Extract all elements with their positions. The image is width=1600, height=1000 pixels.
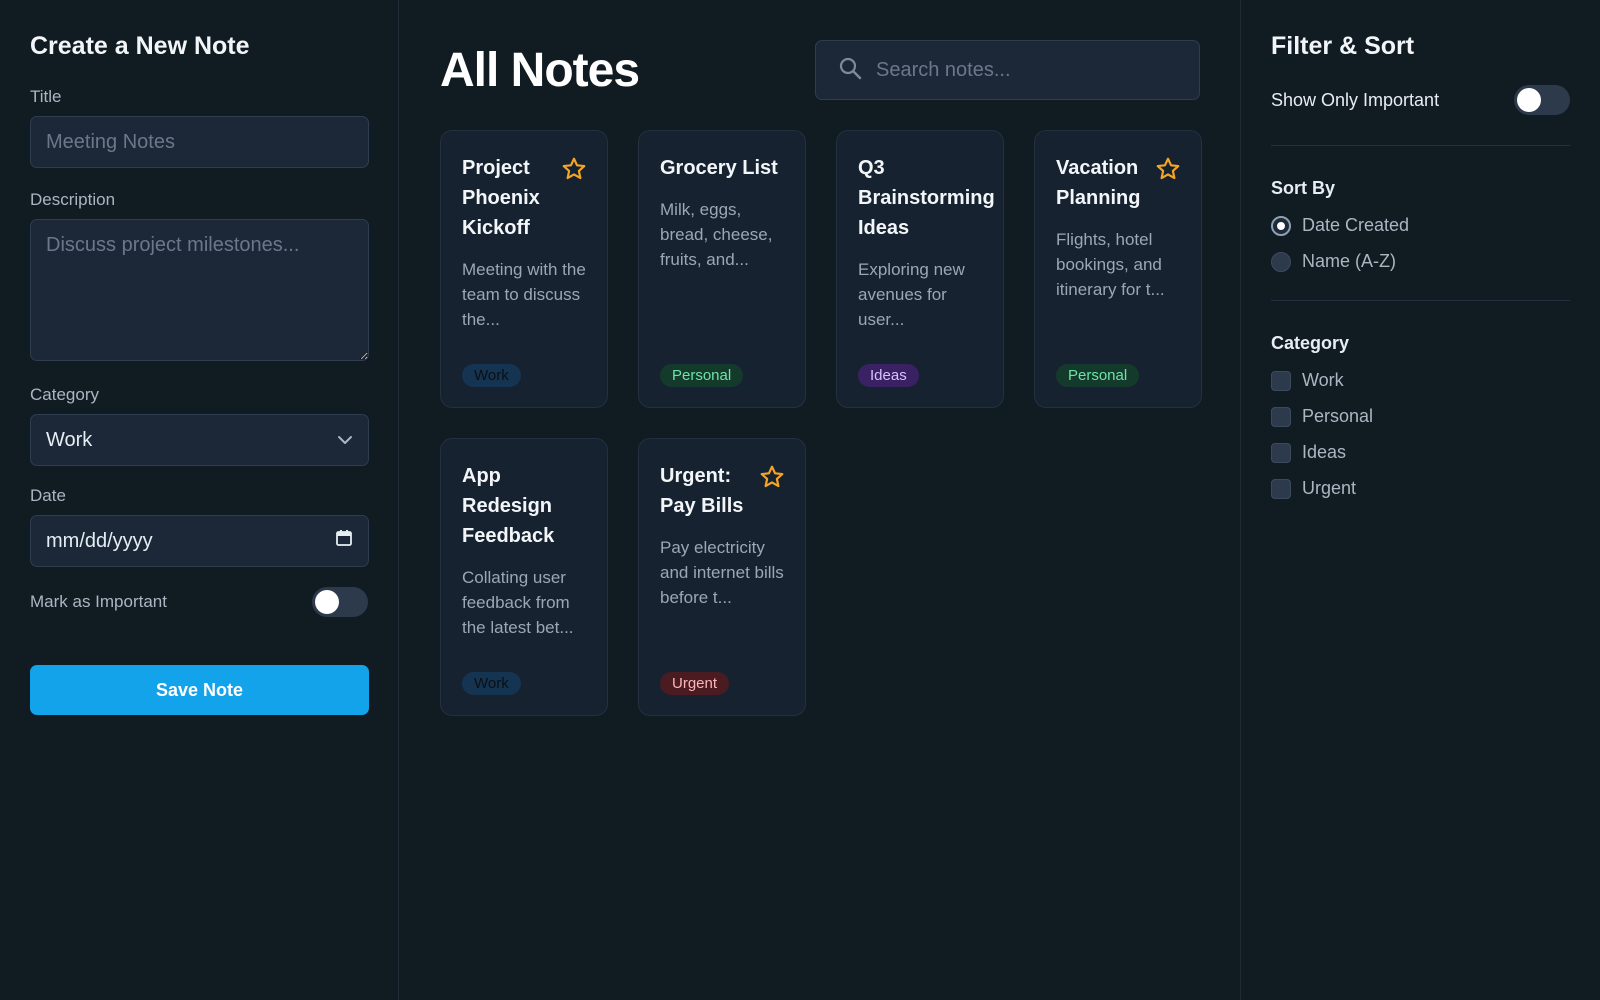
sort-options: Date Created Name (A-Z) — [1271, 215, 1570, 272]
notes-grid: Project Phoenix Kickoff Meeting with the … — [440, 130, 1202, 716]
note-card-header: Urgent: Pay Bills — [660, 461, 785, 521]
sort-option-label: Date Created — [1302, 215, 1410, 235]
chevron-down-icon — [337, 435, 353, 445]
search-box[interactable] — [815, 40, 1200, 100]
only-important-toggle[interactable] — [1514, 85, 1570, 115]
category-filter-label: Ideas — [1302, 442, 1347, 462]
category-filter-label: Work — [1302, 370, 1344, 390]
divider — [1271, 145, 1570, 146]
category-select-value: Work — [46, 428, 93, 451]
notes-app: Create a New Note Title Description Cate… — [0, 0, 1600, 1000]
category-tag: Personal — [660, 364, 744, 387]
category-tag: Work — [462, 364, 521, 387]
toggle-knob — [1517, 88, 1541, 112]
category-select[interactable]: Work — [30, 414, 369, 466]
note-card[interactable]: App Redesign Feedback Collating user feed… — [440, 438, 608, 716]
mark-important-row: Mark as Important — [30, 587, 368, 617]
note-card-header: Grocery List — [660, 153, 785, 183]
notes-main: All Notes Project Phoenix Kickoff Meeting… — [399, 0, 1241, 1000]
star-icon[interactable] — [561, 156, 587, 187]
note-title: Grocery List — [660, 157, 778, 179]
notes-header: All Notes — [440, 40, 1200, 100]
toggle-knob — [315, 590, 339, 614]
note-card[interactable]: Q3 Brainstorming Ideas Exploring new aven… — [836, 130, 1004, 408]
description-label: Description — [30, 190, 116, 209]
category-label: Category — [30, 385, 99, 404]
category-filter-option[interactable]: Personal — [1271, 406, 1570, 427]
create-note-panel: Create a New Note Title Description Cate… — [0, 0, 399, 1000]
date-label: Date — [30, 486, 66, 505]
note-description: Flights, hotel bookings, and itinerary f… — [1056, 230, 1165, 299]
date-input-value: mm/dd/yyyy — [46, 529, 153, 552]
save-note-button[interactable]: Save Note — [30, 665, 369, 715]
note-title: Vacation Planning — [1056, 157, 1141, 209]
only-important-label: Show Only Important — [1271, 89, 1440, 110]
sort-option[interactable]: Name (A-Z) — [1271, 251, 1570, 272]
title-input[interactable] — [30, 116, 369, 168]
checkbox[interactable] — [1271, 370, 1291, 391]
divider — [1271, 300, 1570, 301]
category-tag: Work — [462, 672, 521, 695]
note-title: Urgent: Pay Bills — [660, 465, 744, 517]
star-icon[interactable] — [759, 464, 785, 495]
note-description: Collating user feedback from the latest … — [462, 568, 574, 637]
calendar-icon[interactable] — [335, 529, 353, 553]
note-card[interactable]: Urgent: Pay Bills Pay electricity and int… — [638, 438, 806, 716]
sort-option-label: Name (A-Z) — [1302, 251, 1396, 271]
category-filter-label: Urgent — [1302, 478, 1357, 498]
category-options: Work Personal Ideas Urgent — [1271, 370, 1570, 499]
search-icon — [838, 56, 862, 85]
note-card-header: Vacation Planning — [1056, 153, 1181, 213]
radio-button[interactable] — [1271, 251, 1291, 272]
category-tag: Urgent — [660, 672, 730, 695]
sort-option[interactable]: Date Created — [1271, 215, 1570, 236]
search-input[interactable] — [876, 58, 1176, 82]
note-description: Milk, eggs, bread, cheese, fruits, and..… — [660, 200, 773, 269]
filter-sort-panel: Filter & Sort Show Only Important Sort B… — [1241, 0, 1600, 1000]
note-title: Project Phoenix Kickoff — [462, 157, 540, 239]
checkbox[interactable] — [1271, 478, 1291, 499]
radio-button[interactable] — [1271, 215, 1291, 236]
sort-by-label: Sort By — [1271, 178, 1336, 198]
date-input[interactable]: mm/dd/yyyy — [30, 515, 369, 567]
category-tag: Ideas — [858, 364, 919, 387]
page-title: All Notes — [440, 43, 640, 97]
category-filter-option[interactable]: Urgent — [1271, 478, 1570, 499]
note-card[interactable]: Grocery List Milk, eggs, bread, cheese, f… — [638, 130, 806, 408]
category-filter-option[interactable]: Work — [1271, 370, 1570, 391]
note-card-header: Project Phoenix Kickoff — [462, 153, 587, 243]
note-card[interactable]: Vacation Planning Flights, hotel bookings… — [1034, 130, 1202, 408]
note-card-header: Q3 Brainstorming Ideas — [858, 153, 995, 243]
create-note-heading: Create a New Note — [30, 32, 250, 60]
category-tag: Personal — [1056, 364, 1140, 387]
checkbox[interactable] — [1271, 406, 1291, 427]
checkbox[interactable] — [1271, 442, 1291, 463]
mark-important-label: Mark as Important — [30, 592, 167, 611]
note-title: App Redesign Feedback — [462, 465, 555, 547]
note-description: Exploring new avenues for user... — [858, 260, 965, 329]
note-title: Q3 Brainstorming Ideas — [858, 157, 995, 239]
note-card[interactable]: Project Phoenix Kickoff Meeting with the … — [440, 130, 608, 408]
category-filter-label: Category — [1271, 333, 1350, 353]
note-description: Meeting with the team to discuss the... — [462, 260, 586, 329]
mark-important-toggle[interactable] — [312, 587, 368, 617]
note-description: Pay electricity and internet bills befor… — [660, 538, 784, 607]
title-label: Title — [30, 87, 62, 106]
star-icon[interactable] — [1155, 156, 1181, 187]
description-input[interactable] — [30, 219, 369, 361]
note-card-header: App Redesign Feedback — [462, 461, 587, 551]
category-filter-label: Personal — [1302, 406, 1374, 426]
only-important-row: Show Only Important — [1271, 85, 1570, 115]
filter-sort-heading: Filter & Sort — [1271, 32, 1415, 60]
category-filter-option[interactable]: Ideas — [1271, 442, 1570, 463]
